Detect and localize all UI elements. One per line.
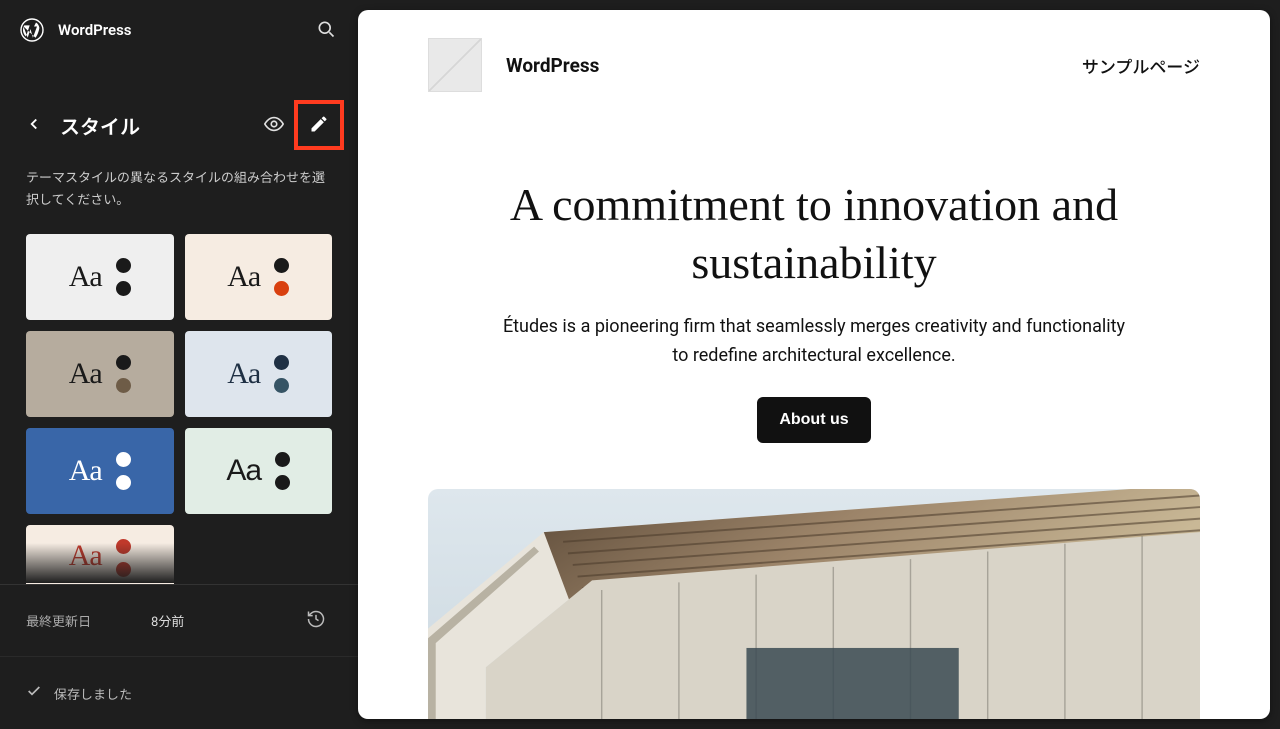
site-title[interactable]: WordPress: [506, 54, 599, 77]
style-variation-4[interactable]: Aa: [185, 331, 333, 417]
color-dot-1: [116, 258, 131, 273]
panel-header: スタイル: [0, 60, 358, 158]
save-status-text: 保存しました: [54, 684, 132, 703]
color-dot-2: [274, 281, 289, 296]
wordpress-logo-icon: [20, 18, 44, 42]
color-dots: [116, 258, 131, 296]
site-nav: サンプルページ: [1082, 53, 1200, 78]
color-dots: [116, 355, 131, 393]
color-dot-2: [116, 475, 131, 490]
style-variation-6[interactable]: Aa: [185, 428, 333, 514]
app-name: WordPress: [58, 21, 132, 39]
check-icon: [26, 683, 42, 703]
color-dots: [116, 452, 131, 490]
hero-section: A commitment to innovation and sustainab…: [358, 92, 1270, 443]
typography-sample: Aa: [227, 260, 260, 294]
style-variation-7[interactable]: Aa: [26, 525, 174, 585]
color-dot-2: [116, 562, 131, 577]
preview-frame-wrap: WordPress サンプルページ A commitment to innova…: [358, 0, 1280, 729]
typography-sample: Aa: [69, 260, 102, 294]
panel-header-actions: [256, 100, 344, 150]
style-variation-grid: Aa Aa Aa Aa Aa Aa Aa: [0, 216, 358, 585]
site-preview[interactable]: WordPress サンプルページ A commitment to innova…: [358, 10, 1270, 719]
site-editor-sidebar: WordPress スタイル: [0, 0, 358, 729]
site-brand: WordPress: [428, 38, 599, 92]
eye-icon: [263, 113, 285, 138]
last-updated-row: 最終更新日 8分前: [0, 584, 358, 656]
sidebar-topbar: WordPress: [0, 0, 358, 60]
style-variation-5[interactable]: Aa: [26, 428, 174, 514]
color-dots: [116, 539, 131, 577]
back-button[interactable]: [22, 113, 46, 137]
typography-sample: Aa: [69, 454, 102, 488]
pencil-icon: [309, 114, 329, 137]
edit-highlight-box: [294, 100, 344, 150]
last-updated-label: 最終更新日: [26, 611, 91, 630]
hero-body[interactable]: Études is a pioneering firm that seamles…: [494, 313, 1134, 371]
revisions-button[interactable]: [300, 605, 332, 637]
typography-sample: Aa: [226, 454, 261, 488]
color-dots: [275, 452, 290, 490]
style-variation-3[interactable]: Aa: [26, 331, 174, 417]
site-logo-placeholder[interactable]: [428, 38, 482, 92]
edit-styles-button[interactable]: [301, 107, 337, 143]
nav-link-sample[interactable]: サンプルページ: [1082, 58, 1200, 78]
color-dot-1: [274, 258, 289, 273]
hero-cta-button[interactable]: About us: [757, 397, 870, 443]
color-dots: [274, 355, 289, 393]
typography-sample: Aa: [227, 357, 260, 391]
site-header: WordPress サンプルページ: [358, 10, 1270, 92]
hero-image[interactable]: [428, 489, 1200, 719]
typography-sample: Aa: [69, 539, 102, 573]
panel-description: テーマスタイルの異なるスタイルの組み合わせを選択してください。: [0, 158, 358, 216]
color-dot-2: [275, 475, 290, 490]
color-dot-2: [116, 281, 131, 296]
style-preview-button[interactable]: [256, 107, 292, 143]
chevron-left-icon: [25, 115, 43, 136]
color-dot-2: [274, 378, 289, 393]
panel-title: スタイル: [60, 111, 242, 140]
color-dot-1: [116, 355, 131, 370]
search-button[interactable]: [308, 12, 344, 48]
style-variation-1[interactable]: Aa: [26, 234, 174, 320]
history-icon: [306, 609, 326, 632]
search-icon: [316, 19, 336, 42]
color-dot-1: [275, 452, 290, 467]
color-dot-1: [274, 355, 289, 370]
hero-title[interactable]: A commitment to innovation and sustainab…: [438, 176, 1190, 291]
color-dots: [274, 258, 289, 296]
style-variation-2[interactable]: Aa: [185, 234, 333, 320]
save-status-row: 保存しました: [0, 656, 358, 729]
last-updated-value: 8分前: [151, 611, 184, 630]
color-dot-1: [116, 452, 131, 467]
color-dot-2: [116, 378, 131, 393]
typography-sample: Aa: [69, 357, 102, 391]
app-brand[interactable]: WordPress: [20, 18, 132, 42]
color-dot-1: [116, 539, 131, 554]
